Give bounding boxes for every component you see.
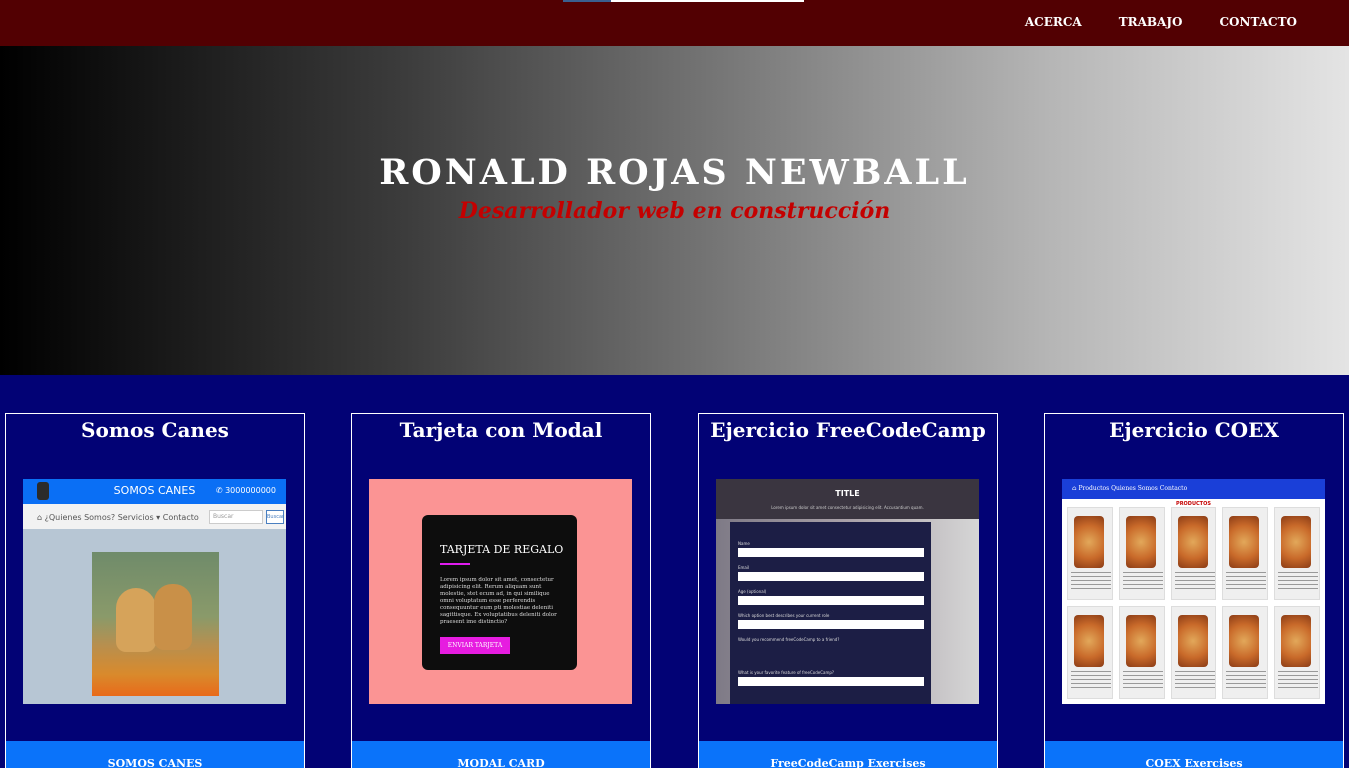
project-card-somos-canes: Somos Canes SOMOS CANES ✆ 3000000000 ⌂ ¿… (5, 413, 305, 768)
gift-card-button: ENVIAR TARJETA (440, 637, 510, 654)
pizza-product-card (1274, 606, 1320, 699)
survey-label: Age (optional) (738, 589, 767, 594)
pizza-product-card (1118, 606, 1165, 699)
pizza-description (1278, 572, 1319, 590)
pizza-product-card (1222, 606, 1269, 699)
project-card-title: Somos Canes (81, 418, 229, 442)
survey-select (738, 677, 924, 686)
thumb-menu: ⌂ Productos Quienes Somos Contacto (1072, 485, 1188, 492)
project-card-freecodecamp: Ejercicio FreeCodeCamp TITLE Lorem ipsum… (698, 413, 998, 768)
survey-label: What is your favorite feature of freeCod… (738, 670, 835, 675)
thumb-menu-bar: ⌂ ¿Quienes Somos? Servicios ▾ Contacto B… (23, 504, 286, 529)
project-card-title: Ejercicio COEX (1109, 418, 1279, 442)
project-thumbnail[interactable]: ⌂ Productos Quienes Somos Contacto PRODU… (1062, 479, 1325, 704)
pizza-product-card (1067, 606, 1113, 699)
thumb-header-bar: SOMOS CANES ✆ 3000000000 (23, 479, 286, 504)
survey-label: Which option best describes your current… (738, 613, 830, 618)
gift-card-preview: TARJETA DE REGALO Lorem ipsum dolor sit … (422, 515, 577, 670)
pizza-description (1071, 671, 1111, 689)
survey-select (738, 620, 924, 629)
pizza-product-card (1170, 606, 1217, 699)
thumb-header-bar: ⌂ Productos Quienes Somos Contacto (1062, 479, 1325, 499)
pizza-image (1177, 516, 1208, 568)
pizza-product-card (1222, 507, 1269, 600)
pizza-description (1071, 572, 1111, 590)
gift-card-text: Lorem ipsum dolor sit amet, consectetur … (440, 577, 557, 625)
survey-input (738, 572, 924, 581)
survey-title: TITLE (835, 489, 860, 498)
hero-banner: RONALD ROJAS NEWBALL Desarrollador web e… (0, 46, 1349, 375)
project-button-coex[interactable]: COEX Exercises (1045, 741, 1343, 768)
survey-label: Name (738, 541, 750, 546)
project-card-title: Ejercicio FreeCodeCamp (710, 418, 986, 442)
project-card-tarjeta-modal: Tarjeta con Modal TARJETA DE REGALO Lore… (351, 413, 651, 768)
hero-subtitle: Desarrollador web en construcción (458, 198, 891, 224)
project-button-somos-canes[interactable]: SOMOS CANES (6, 741, 304, 768)
survey-header: TITLE Lorem ipsum dolor sit amet consect… (716, 479, 979, 519)
pizza-description (1122, 671, 1163, 689)
pizza-description (1278, 671, 1319, 689)
project-button-freecodecamp[interactable]: FreeCodeCamp Exercises (699, 741, 997, 768)
pizza-product-card (1274, 507, 1320, 600)
survey-input (738, 596, 924, 605)
pizza-description (1174, 671, 1215, 689)
hero-title: RONALD ROJAS NEWBALL (379, 152, 970, 193)
thumb-search-button: Buscar (266, 510, 284, 524)
project-thumbnail[interactable]: TARJETA DE REGALO Lorem ipsum dolor sit … (369, 479, 632, 704)
puppy-shape (116, 588, 156, 652)
pizza-image (1125, 516, 1156, 568)
pizza-image (1229, 516, 1260, 568)
pizza-product-card (1170, 507, 1217, 600)
survey-label: Would you recommend freeCodeCamp to a fr… (738, 637, 840, 642)
pizza-description (1122, 572, 1163, 590)
gift-card-title: TARJETA DE REGALO (440, 543, 564, 556)
survey-subtitle: Lorem ipsum dolor sit amet consectetur a… (771, 505, 924, 510)
thumb-search-input: Buscar (209, 510, 263, 524)
puppy-shape (154, 584, 192, 650)
puppies-photo (92, 552, 219, 696)
project-thumbnail[interactable]: TITLE Lorem ipsum dolor sit amet consect… (716, 479, 979, 704)
project-thumbnail[interactable]: SOMOS CANES ✆ 3000000000 ⌂ ¿Quienes Somo… (23, 479, 286, 704)
survey-form: Name Email Age (optional) Which option b… (730, 522, 931, 704)
pizza-grid (1067, 507, 1320, 699)
nav-link-trabajo[interactable]: TRABAJO (1119, 15, 1183, 29)
pizza-image (1281, 615, 1312, 667)
thumb-menu: ⌂ ¿Quienes Somos? Servicios ▾ Contacto (37, 513, 199, 522)
pizza-description (1226, 671, 1267, 689)
nav-link-contacto[interactable]: CONTACTO (1220, 15, 1298, 29)
nav-link-acerca[interactable]: ACERCA (1025, 15, 1082, 29)
pizza-image (1177, 615, 1208, 667)
pizza-image (1229, 615, 1260, 667)
nav-links: ACERCA TRABAJO CONTACTO (1025, 15, 1297, 29)
project-card-title: Tarjeta con Modal (399, 418, 603, 442)
thumb-phone: ✆ 3000000000 (215, 486, 276, 495)
project-button-modal-card[interactable]: MODAL CARD (352, 741, 650, 768)
pizza-description (1174, 572, 1215, 590)
gift-card-divider (440, 563, 470, 565)
nav-accent-bar-segment (563, 0, 611, 2)
top-navbar: ACERCA TRABAJO CONTACTO (0, 0, 1349, 46)
pizza-image (1281, 516, 1312, 568)
survey-label: Email (738, 565, 750, 570)
project-card-coex: Ejercicio COEX ⌂ Productos Quienes Somos… (1044, 413, 1344, 768)
pizza-image (1074, 615, 1104, 667)
pizza-image (1074, 516, 1104, 568)
pizza-product-card (1067, 507, 1113, 600)
survey-input (738, 548, 924, 557)
pizza-image (1125, 615, 1156, 667)
pizza-description (1226, 572, 1267, 590)
pizza-product-card (1118, 507, 1165, 600)
